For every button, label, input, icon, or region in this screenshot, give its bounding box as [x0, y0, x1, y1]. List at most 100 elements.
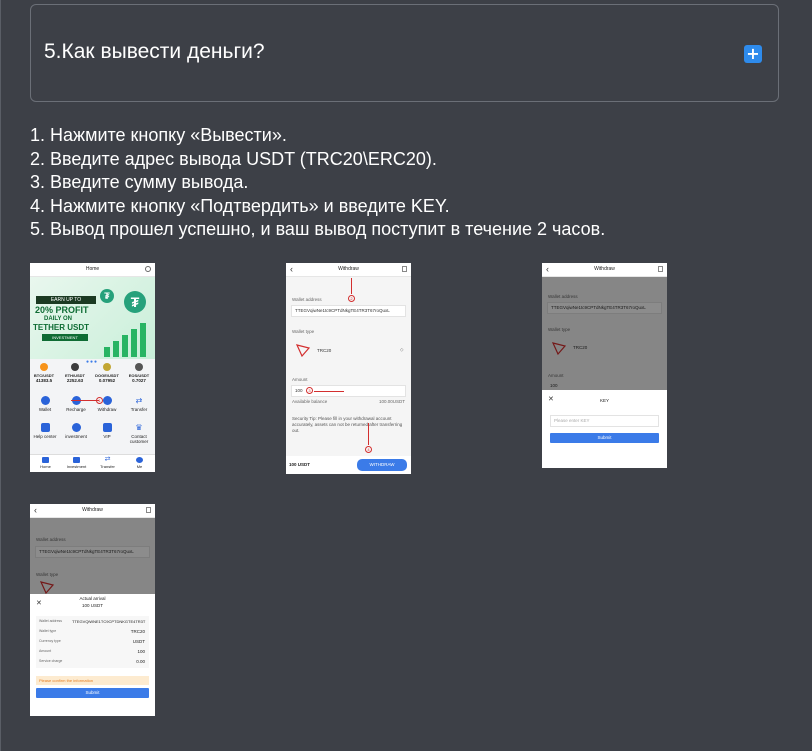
withdraw-button[interactable]: WITHDRAW: [357, 459, 407, 471]
annotation-arrow: [351, 278, 352, 294]
wallet-address-input[interactable]: TTEGVqiwNe1tc9CPTdNkgTE4TR3T67roQuxL: [291, 305, 406, 317]
amount-label: Amount: [292, 377, 308, 382]
growth-bars: [104, 323, 146, 357]
menu-contact[interactable]: ♛ Contact customer: [125, 423, 153, 444]
transfer-icon: ⇄: [135, 396, 143, 405]
arrival-value: 100 USDT: [81, 603, 103, 608]
detail-value: TRC20: [130, 629, 145, 634]
tab-label: Transfer: [100, 464, 115, 469]
key-sheet: ✕ KEY Please enter KEY Submit: [542, 390, 667, 468]
tab-investment[interactable]: Investment: [64, 457, 89, 469]
ticker-btc[interactable]: BTC/USDT 41383.5: [33, 363, 55, 383]
menu-vip[interactable]: VIP: [93, 423, 121, 439]
user-icon: [136, 457, 143, 463]
detail-key: Service charge: [39, 659, 63, 663]
tab-label: Investment: [66, 464, 87, 469]
balance-value: 100.00USDT: [379, 399, 406, 404]
vip-icon: [102, 423, 112, 432]
promo-banner: EARN UP TO 20% PROFIT DAILY ON TETHER US…: [30, 277, 155, 365]
screenshot-confirm: ‹ Withdraw Wallet address TTEGVqiwNe1tc9…: [30, 504, 155, 716]
home-icon: [42, 457, 49, 463]
plus-icon[interactable]: +: [744, 45, 762, 63]
annotation-marker: 3: [306, 387, 313, 394]
bottom-bar: 100 USDT WITHDRAW: [286, 456, 411, 474]
annotation-arrow: [368, 423, 369, 445]
ticker-eth[interactable]: ETH/USDT 2252.63: [64, 363, 86, 383]
record-icon: [146, 507, 151, 513]
details-table: Wallet address TTEGVQiWNE1TC9CPTDNKGTE4T…: [36, 616, 149, 668]
detail-value: USDT: [132, 639, 145, 644]
app-header: Home: [30, 263, 155, 277]
menu-wallet[interactable]: Wallet: [31, 396, 59, 412]
fee-amount: 100 USDT: [289, 462, 311, 467]
key-title: KEY: [599, 398, 609, 403]
modal-overlay[interactable]: [542, 277, 667, 391]
menu-label: VIP: [103, 434, 111, 439]
menu-label: investment: [65, 434, 87, 439]
menu-label: Contact customer: [129, 434, 149, 444]
detail-value: 100: [137, 649, 145, 654]
menu-investment[interactable]: investment: [62, 423, 90, 439]
detail-key: Wallet type: [39, 629, 57, 633]
balance-label: Available balance: [292, 399, 328, 404]
record-icon: [402, 266, 407, 272]
screenshot-home: Home EARN UP TO 20% PROFIT DAILY ON TETH…: [30, 263, 155, 472]
menu-help[interactable]: Help center: [31, 423, 59, 439]
transfer-icon: ⇄: [104, 456, 111, 463]
chevron-down-icon: ◇: [400, 347, 404, 352]
menu-recharge[interactable]: Recharge: [62, 396, 90, 412]
wallet-address-label: Wallet address: [292, 297, 322, 302]
modal-overlay[interactable]: [30, 518, 155, 596]
eos-icon: [135, 363, 143, 371]
investment-icon: [73, 457, 80, 463]
eth-icon: [71, 363, 79, 371]
key-input[interactable]: Please enter KEY: [550, 415, 659, 427]
app-header: ‹ Withdraw: [30, 504, 155, 518]
annotation-arrow: [314, 391, 344, 392]
ticker-eos[interactable]: EOS/USDT 0.7027: [128, 363, 150, 383]
withdraw-icon: [102, 396, 112, 405]
banner-profit: 20% PROFIT: [35, 305, 89, 315]
tab-label: Home: [40, 464, 51, 469]
screenshot-key-dialog: ‹ Withdraw Wallet address TTEGVqiwNe1tc9…: [542, 263, 667, 468]
detail-key: Currency type: [39, 639, 61, 643]
faq-accordion-header[interactable]: 5.Как вывести деньги? +: [30, 4, 779, 102]
ticker-value: 41383.5: [35, 378, 53, 383]
screen-title: Withdraw: [82, 507, 103, 513]
menu-transfer[interactable]: ⇄ Transfer: [125, 396, 153, 412]
record-icon: [658, 266, 663, 272]
screen-title: Withdraw: [594, 266, 615, 272]
step-item: 1. Нажмите кнопку «Вывести».: [30, 125, 287, 145]
tron-icon: [296, 344, 310, 357]
detail-value: 0.00: [136, 659, 145, 664]
investment-icon: [71, 423, 81, 432]
help-icon: [40, 423, 50, 432]
annotation-marker: 1: [96, 397, 103, 404]
ticker-doge[interactable]: DOGE/USDT 0.07952: [94, 363, 120, 383]
tab-me[interactable]: Me: [127, 457, 152, 469]
detail-key: Wallet address: [39, 619, 63, 623]
wallet-type-label: Wallet type: [292, 329, 315, 334]
ticker-value: 0.07952: [98, 378, 116, 383]
tether-coin-icon: ₮: [124, 291, 146, 313]
ticker-value: 2252.63: [66, 378, 84, 383]
submit-button[interactable]: Submit: [36, 688, 149, 698]
app-header: ‹ Withdraw: [286, 263, 411, 277]
menu-label: Wallet: [38, 407, 52, 412]
tether-coin-icon: ₮: [100, 289, 114, 303]
banner-daily: DAILY ON: [44, 316, 73, 322]
tab-transfer[interactable]: ⇄ Transfer: [95, 456, 120, 469]
tab-home[interactable]: Home: [33, 457, 58, 469]
screen-title: Withdraw: [338, 266, 359, 272]
ticker-value: 0.7027: [132, 378, 146, 383]
wallet-type-select[interactable]: TRC20: [314, 346, 406, 357]
menu-label: Recharge: [66, 407, 86, 412]
step-item: 3. Введите сумму вывода.: [30, 172, 249, 192]
globe-icon: [145, 266, 151, 272]
screenshot-withdraw: ‹ Withdraw 2 Wallet address TTEGVqiwNe1t…: [286, 263, 411, 474]
app-header: ‹ Withdraw: [542, 263, 667, 277]
submit-button[interactable]: Submit: [550, 433, 659, 443]
annotation-marker: 2: [348, 295, 355, 302]
wallet-icon: [40, 396, 50, 405]
btc-icon: [40, 363, 48, 371]
